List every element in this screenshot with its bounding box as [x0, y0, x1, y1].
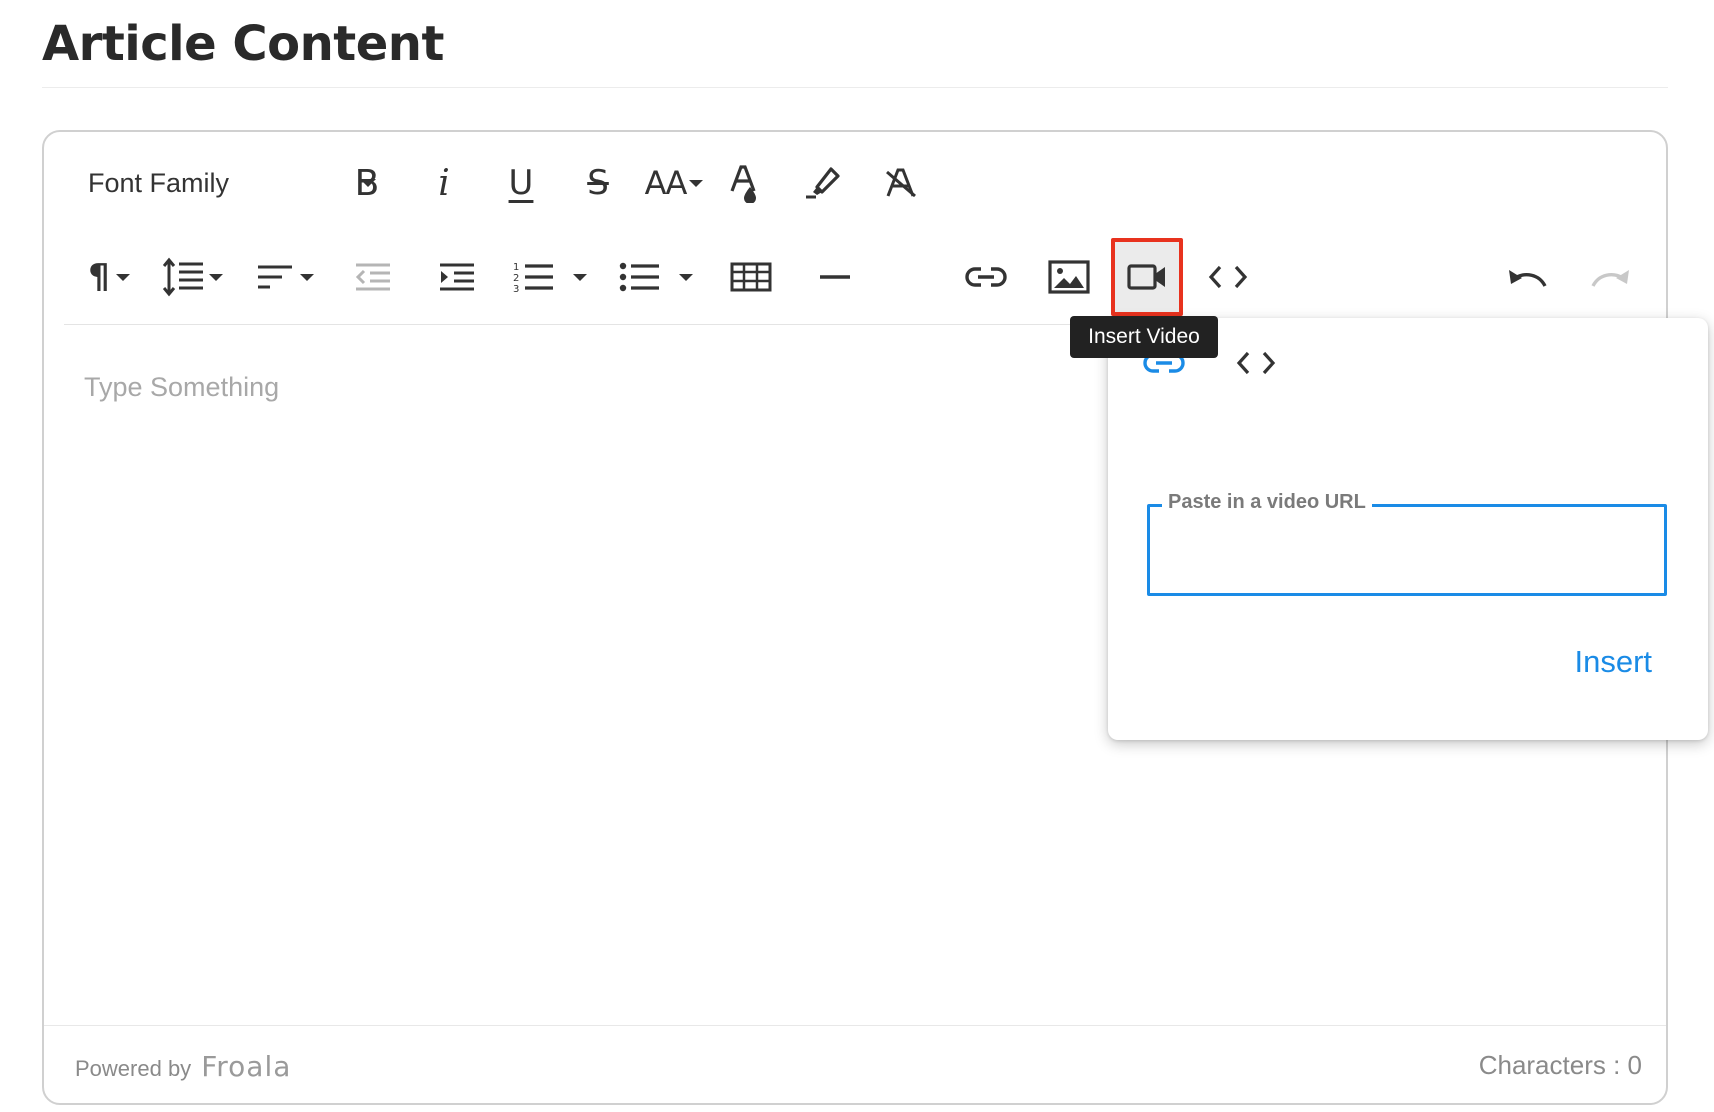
- font-family-label: Font Family: [88, 167, 230, 198]
- video-icon: [1127, 263, 1167, 291]
- title-divider: [42, 87, 1668, 88]
- footer-divider: [44, 1025, 1666, 1026]
- table-button[interactable]: [720, 242, 782, 312]
- code-view-icon: [1208, 264, 1248, 290]
- insert-button[interactable]: Insert: [1574, 644, 1652, 680]
- redo-icon: [1591, 266, 1631, 288]
- character-count: Characters : 0: [1478, 1050, 1642, 1080]
- image-icon: [1048, 260, 1090, 294]
- link-icon: [965, 265, 1007, 289]
- strikethrough-label: S: [587, 163, 609, 203]
- strikethrough-button[interactable]: S: [567, 148, 629, 218]
- outdent-button[interactable]: [342, 242, 404, 312]
- video-url-input[interactable]: [1160, 525, 1656, 585]
- chevron-down-icon: [115, 273, 130, 281]
- insert-link-button[interactable]: [955, 242, 1017, 312]
- font-size-label: AA: [644, 164, 688, 202]
- highlight-button[interactable]: [791, 148, 853, 218]
- editor-content-area[interactable]: Type Something: [84, 372, 1084, 432]
- chevron-down-icon: [209, 273, 223, 281]
- highlight-icon: [803, 165, 841, 201]
- powered-by-label: Powered by: [75, 1056, 192, 1081]
- code-view-button[interactable]: [1197, 242, 1259, 312]
- font-family-dropdown[interactable]: Font Family: [88, 148, 376, 218]
- toolbar-row-1: Font Family B i U S AA: [44, 148, 1666, 218]
- indent-icon: [438, 262, 476, 292]
- paragraph-format-icon: ¶: [88, 257, 110, 297]
- ordered-list-icon: 1 2 3: [513, 260, 555, 294]
- align-button[interactable]: [249, 242, 321, 312]
- horizontal-line-button[interactable]: [804, 242, 866, 312]
- unordered-list-button[interactable]: [608, 242, 704, 312]
- align-icon: [256, 263, 294, 291]
- bold-button[interactable]: B: [336, 148, 398, 218]
- toolbar-row-2: ¶ 1 2 3: [44, 238, 1666, 316]
- undo-icon: [1507, 266, 1547, 288]
- clear-formatting-icon: [884, 166, 918, 200]
- paragraph-format-button[interactable]: ¶: [78, 242, 140, 312]
- italic-button[interactable]: i: [413, 148, 475, 218]
- insert-video-tooltip: Insert Video: [1070, 316, 1218, 358]
- svg-text:3: 3: [513, 284, 519, 294]
- insert-image-button[interactable]: [1038, 242, 1100, 312]
- ordered-list-button[interactable]: 1 2 3: [502, 242, 598, 312]
- font-size-dropdown[interactable]: AA: [634, 148, 714, 218]
- code-icon: [1236, 350, 1276, 381]
- video-url-label: Paste in a video URL: [1162, 491, 1372, 514]
- powered-by-froala[interactable]: Powered by Froala: [75, 1050, 291, 1083]
- page: Article Content Font Family B i U S AA ¶…: [0, 0, 1714, 1112]
- clear-formatting-button[interactable]: [870, 148, 932, 218]
- chevron-down-icon: [679, 273, 693, 281]
- line-height-button[interactable]: [157, 242, 229, 312]
- underline-label: U: [508, 163, 534, 203]
- indent-button[interactable]: [426, 242, 488, 312]
- svg-text:2: 2: [513, 273, 519, 284]
- underline-button[interactable]: U: [490, 148, 552, 218]
- text-color-button[interactable]: [714, 148, 776, 218]
- redo-button[interactable]: [1580, 242, 1642, 312]
- table-icon: [730, 262, 772, 292]
- chevron-down-icon: [689, 179, 704, 187]
- horizontal-line-icon: [819, 274, 851, 280]
- froala-logo: Froala: [201, 1050, 292, 1083]
- svg-text:1: 1: [513, 262, 519, 273]
- outdent-icon: [354, 262, 392, 292]
- insert-video-button[interactable]: [1111, 238, 1183, 316]
- bold-label: B: [354, 162, 380, 204]
- page-title: Article Content: [42, 16, 444, 72]
- video-url-field: Paste in a video URL: [1147, 491, 1667, 596]
- text-color-icon: [728, 163, 762, 203]
- italic-label: i: [438, 162, 450, 204]
- chevron-down-icon: [573, 273, 587, 281]
- chevron-down-icon: [300, 273, 314, 281]
- unordered-list-icon: [619, 261, 661, 293]
- undo-button[interactable]: [1496, 242, 1558, 312]
- video-embed-tab[interactable]: [1226, 340, 1286, 390]
- insert-video-popup: Paste in a video URL Insert: [1108, 318, 1708, 740]
- line-height-icon: [163, 257, 207, 297]
- editor-placeholder: Type Something: [84, 372, 280, 402]
